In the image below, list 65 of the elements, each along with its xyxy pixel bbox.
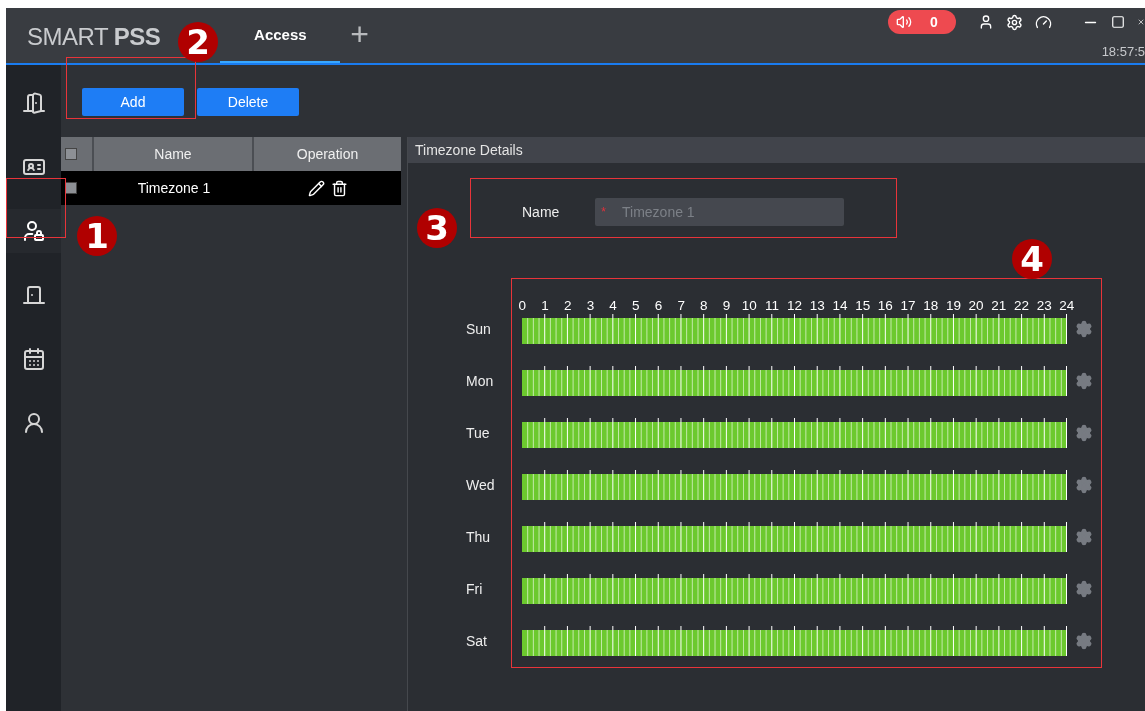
delete-icon[interactable]: [330, 179, 348, 197]
schedule-bar[interactable]: [522, 366, 1067, 396]
hour-label: 11: [763, 298, 780, 313]
day-label: Mon: [466, 373, 495, 389]
clock-time: 18:57:5: [1101, 44, 1145, 59]
user-icon[interactable]: [978, 14, 994, 30]
app-logo: SMART PSS: [27, 23, 161, 52]
schedule-bar[interactable]: [522, 522, 1067, 552]
gauge-icon[interactable]: [1035, 13, 1052, 31]
calendar-icon: [21, 347, 46, 371]
hour-label: 10: [740, 298, 758, 313]
schedule-bar[interactable]: [522, 626, 1067, 656]
panel-title: Timezone Details: [408, 137, 1145, 163]
hour-label: 2: [562, 298, 573, 313]
hour-label: 20: [967, 298, 985, 313]
hour-label: 15: [854, 298, 872, 313]
hour-label: 4: [608, 298, 618, 313]
field-label: Name: [522, 204, 560, 220]
schedule-bar[interactable]: [522, 314, 1067, 344]
day-label: Sat: [466, 633, 488, 649]
hour-label: 17: [899, 298, 917, 313]
hour-label: 12: [786, 298, 804, 313]
name-field[interactable]: * Timezone 1: [595, 198, 845, 226]
table-cell-text: Timezone 1: [136, 180, 212, 196]
hour-label: 3: [585, 298, 596, 313]
alarm-badge[interactable]: 0: [888, 10, 956, 34]
hour-label: 7: [676, 298, 686, 313]
delete-button[interactable]: Delete: [197, 88, 299, 116]
day-label: Fri: [466, 581, 484, 597]
edit-icon[interactable]: [307, 179, 325, 197]
schedule-bar[interactable]: [522, 418, 1067, 448]
hour-label: 23: [1035, 298, 1053, 313]
door-icon: [21, 283, 46, 307]
day-label: Tue: [466, 425, 491, 441]
day-label: Thu: [466, 529, 492, 545]
hour-label: 22: [1012, 298, 1030, 313]
column-header: Operation: [295, 145, 360, 164]
schedule-bar[interactable]: [522, 470, 1067, 500]
header-checkbox[interactable]: [65, 148, 77, 160]
hour-label: 19: [944, 298, 962, 313]
hour-label: 5: [631, 298, 641, 313]
hour-label: 24: [1058, 298, 1076, 313]
user-lock-icon: [21, 219, 46, 243]
hour-label: 13: [808, 298, 826, 313]
highlight-frame: [6, 178, 66, 238]
hour-label: 16: [876, 298, 894, 313]
hour-label: 0: [517, 298, 528, 313]
schedule-bar[interactable]: [522, 574, 1067, 604]
door-icon: [21, 91, 46, 115]
hour-label: 18: [922, 298, 940, 313]
hour-label: 14: [831, 298, 849, 313]
add-button[interactable]: Add: [82, 88, 184, 116]
new-tab-button[interactable]: +: [340, 8, 370, 63]
hour-label: 6: [653, 298, 664, 313]
sidebar-item[interactable]: [6, 209, 61, 253]
hour-label: 21: [990, 298, 1008, 313]
maximize-icon[interactable]: [1111, 15, 1125, 29]
hour-label: 8: [699, 298, 709, 313]
day-label: Sun: [466, 321, 492, 337]
close-icon[interactable]: [1137, 18, 1145, 26]
tab[interactable]: Access: [220, 8, 341, 63]
speaker-icon: [896, 14, 912, 30]
hour-label: 1: [540, 298, 550, 313]
hour-label: 9: [721, 298, 732, 313]
day-label: Wed: [466, 477, 496, 493]
